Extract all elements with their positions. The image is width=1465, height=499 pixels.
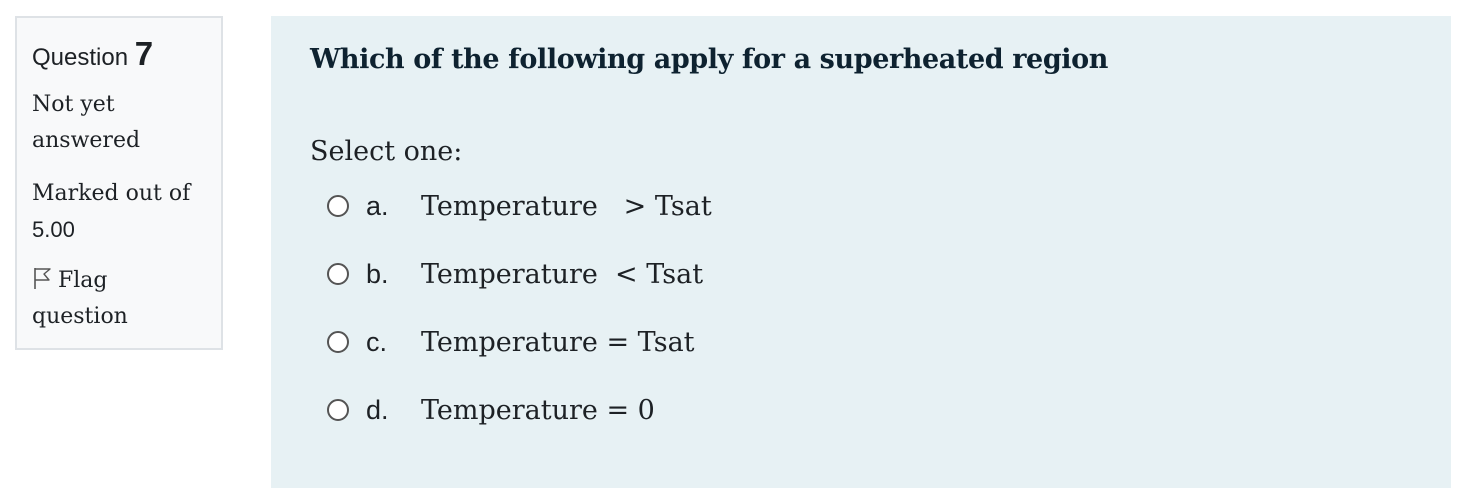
answer-option-b[interactable]: b. Temperature < Tsat — [327, 254, 703, 294]
answer-letter-b: b. — [366, 258, 389, 289]
answer-text-b[interactable]: Temperature < Tsat — [421, 259, 703, 290]
question-text: Which of the following apply for a super… — [310, 44, 1109, 75]
radio-button-c[interactable] — [327, 331, 349, 353]
answer-option-d[interactable]: d. Temperature = 0 — [327, 390, 655, 430]
question-grade: Marked out of 5.00 — [32, 176, 206, 248]
question-info-panel: Question 7 Not yet answered Marked out o… — [15, 16, 223, 350]
answer-option-c[interactable]: c. Temperature = Tsat — [327, 322, 695, 362]
grade-value: 5.00 — [32, 217, 75, 242]
question-heading: Question 7 — [32, 36, 206, 72]
flag-outline-icon — [32, 266, 52, 290]
flag-label-1[interactable]: Flag — [58, 268, 108, 293]
flag-question-link[interactable]: Flag question — [32, 263, 206, 335]
flag-label-2[interactable]: question — [32, 299, 206, 335]
radio-button-b[interactable] — [327, 263, 349, 285]
radio-button-d[interactable] — [327, 399, 349, 421]
question-number: 7 — [134, 35, 154, 72]
state-line-1: Not yet — [32, 92, 115, 117]
answer-letter-d: d. — [366, 394, 389, 425]
answer-text-c[interactable]: Temperature = Tsat — [421, 327, 695, 358]
answer-text-a[interactable]: Temperature > Tsat — [421, 191, 712, 222]
question-state: Not yet answered — [32, 87, 206, 159]
answer-letter-c: c. — [366, 326, 388, 357]
select-one-prompt: Select one: — [310, 136, 463, 167]
state-line-2: answered — [32, 128, 141, 153]
answer-text-d[interactable]: Temperature = 0 — [421, 395, 655, 426]
question-content: Which of the following apply for a super… — [271, 16, 1451, 488]
radio-button-a[interactable] — [327, 195, 349, 217]
answer-letter-a: a. — [366, 190, 389, 221]
answer-option-a[interactable]: a. Temperature > Tsat — [327, 186, 712, 226]
grade-label: Marked out of — [32, 181, 191, 206]
question-label: Question — [32, 44, 129, 71]
